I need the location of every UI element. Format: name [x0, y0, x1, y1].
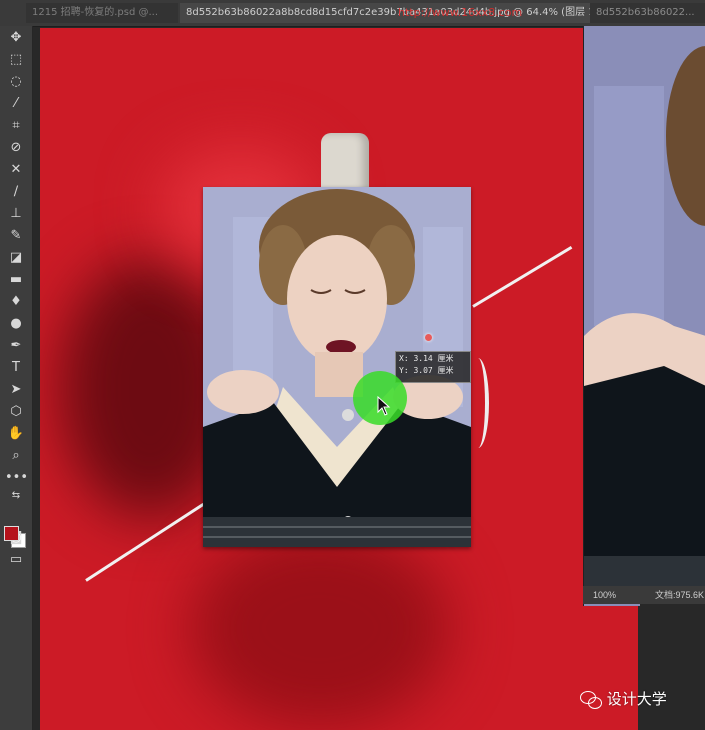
history-brush-tool-icon[interactable]: ✎: [5, 226, 27, 246]
canvas-shadow-bottom: [190, 528, 450, 728]
reference-point-icon: [425, 334, 432, 341]
blur-tool-icon[interactable]: ♦: [5, 292, 27, 312]
dodge-tool-icon[interactable]: ●: [5, 314, 27, 334]
type-tool-icon[interactable]: T: [5, 358, 27, 378]
shape-tool-icon[interactable]: ⬡: [5, 402, 27, 422]
path-select-tool-icon[interactable]: ➤: [5, 380, 27, 400]
gradient-tool-icon[interactable]: ▬: [5, 270, 27, 290]
brand-logo-text: 设计大学: [606, 690, 667, 708]
diagonal-line-upper: [472, 245, 573, 308]
healing-brush-tool-icon[interactable]: ✕: [5, 160, 27, 180]
lasso-tool-icon[interactable]: ◌: [5, 72, 27, 92]
screen-mode-icon[interactable]: ▭: [5, 550, 27, 570]
hanger-hook: [321, 133, 369, 191]
tab-second-jpg-document[interactable]: 8d552b63b86022...: [590, 3, 705, 23]
tab-active-jpg-document[interactable]: 8d552b63b86022a8b8cd8d15cfd7c2e39b7ba431…: [180, 3, 597, 23]
eraser-tool-icon[interactable]: ◪: [5, 248, 27, 268]
workspace-background: [640, 604, 705, 730]
marquee-tool-icon[interactable]: ⬚: [5, 50, 27, 70]
wechat-icon: [580, 690, 602, 709]
tools-panel: ✥ ⬚ ◌ ⁄ ⌗ ⊘ ✕ ∕ ⊥ ✎ ◪ ▬ ♦ ● ✒ T ➤ ⬡ ✋ ⌕ …: [0, 26, 33, 730]
zoom-level: 100%: [593, 590, 617, 600]
move-tool-icon[interactable]: ✥: [5, 28, 27, 48]
transform-coordinates-tooltip: X: 3.14 厘米 Y: 3.07 厘米: [395, 351, 471, 383]
second-document-preview: [584, 26, 705, 586]
arrow-cursor-icon: [377, 396, 391, 416]
hand-tool-icon[interactable]: ✋: [5, 424, 27, 444]
zoom-tool-icon[interactable]: ⌕: [5, 446, 27, 466]
foreground-color-swatch[interactable]: [4, 526, 19, 541]
clone-stamp-tool-icon[interactable]: ⊥: [5, 204, 27, 224]
document-size: 文档:975.6K: [655, 590, 705, 600]
crop-tool-icon[interactable]: ⌗: [5, 116, 27, 136]
watermark-url: http://www.16xx8.com: [398, 6, 523, 19]
brand-watermark: 设计大学: [580, 688, 667, 709]
swap-colors-icon[interactable]: ⇆: [5, 486, 27, 506]
eyedropper-tool-icon[interactable]: ⊘: [5, 138, 27, 158]
more-tools-icon[interactable]: •••: [5, 468, 28, 488]
x-coordinate-readout: X: 3.14 厘米: [399, 354, 454, 363]
second-document-status-bar: 100% 文档:975.6K: [583, 586, 705, 604]
brush-tool-icon[interactable]: ∕: [5, 182, 27, 202]
tab-psd-document[interactable]: 1215 招聘-恢复的.psd @...: [26, 3, 178, 23]
quick-select-tool-icon[interactable]: ⁄: [5, 94, 27, 114]
pen-tool-icon[interactable]: ✒: [5, 336, 27, 356]
y-coordinate-readout: Y: 3.07 厘米: [399, 366, 454, 375]
second-document-window[interactable]: [583, 26, 705, 606]
document-tab-bar: 1215 招聘-恢复的.psd @... 8d552b63b86022a8b8c…: [0, 0, 705, 27]
